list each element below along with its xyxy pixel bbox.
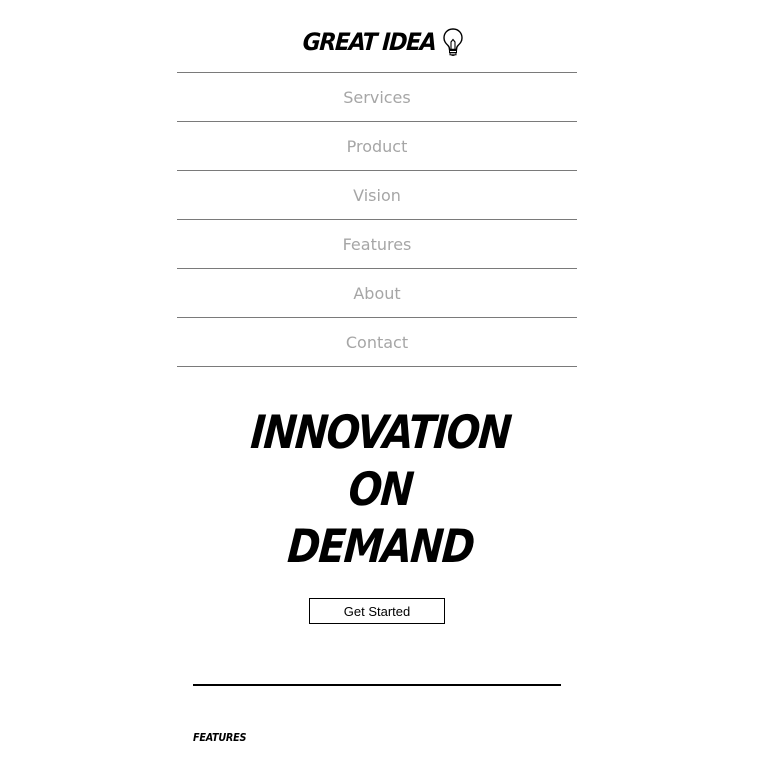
nav-item-about[interactable]: About	[177, 268, 577, 317]
site-header: GREAT IDEA	[0, 24, 761, 60]
logo-text: GREAT IDEA	[302, 28, 437, 56]
logo-link[interactable]: GREAT IDEA	[297, 27, 463, 57]
nav-item-label: About	[353, 283, 401, 303]
hero-line-3: DEMAND	[285, 519, 476, 573]
nav-item-label: Vision	[353, 185, 401, 205]
nav-item-label: Services	[343, 87, 411, 107]
nav-item-product[interactable]: Product	[177, 121, 577, 170]
get-started-button[interactable]: Get Started	[309, 598, 445, 624]
nav-item-services[interactable]: Services	[177, 72, 577, 121]
hero-line-2: ON	[346, 462, 415, 516]
hero-heading: INNOVATION ON DEMAND	[0, 404, 761, 575]
nav-item-label: Features	[342, 234, 412, 254]
main-nav: Services Product Vision Features About C…	[177, 72, 577, 367]
nav-item-features[interactable]: Features	[177, 219, 577, 268]
section-divider	[193, 684, 561, 686]
page: GREAT IDEA Services Product Vision Featu…	[0, 0, 761, 761]
nav-item-label: Product	[346, 136, 408, 156]
nav-item-contact[interactable]: Contact	[177, 317, 577, 367]
nav-item-vision[interactable]: Vision	[177, 170, 577, 219]
nav-item-label: Contact	[345, 332, 409, 352]
lightbulb-icon	[442, 27, 464, 57]
features-section-label: FEATURES	[193, 731, 247, 744]
hero-line-1: INNOVATION	[248, 405, 513, 459]
